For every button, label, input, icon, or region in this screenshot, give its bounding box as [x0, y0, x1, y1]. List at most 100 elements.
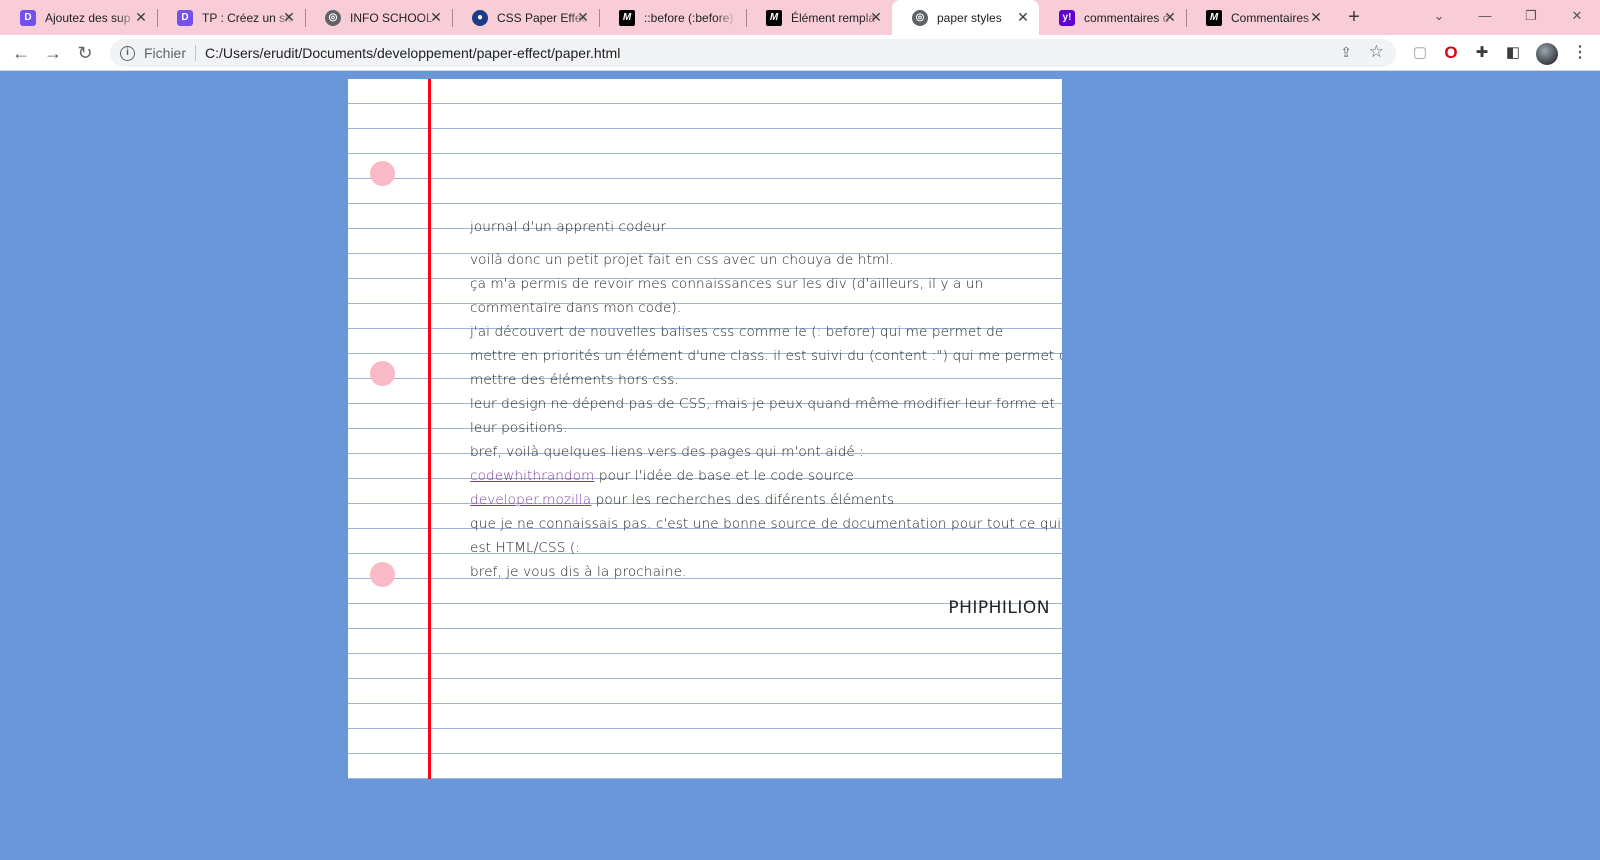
ruled-line — [348, 303, 1062, 304]
journal-line-text: leur design ne dépend pas de CSS, mais j… — [470, 396, 1055, 412]
punch-hole — [370, 562, 395, 587]
journal-line-text: voilà donc un petit projet fait en css a… — [470, 252, 894, 268]
yahoo-icon: y! — [1059, 9, 1075, 26]
ruled-line — [348, 428, 1062, 429]
ruled-line — [348, 678, 1062, 679]
close-icon[interactable]: ✕ — [428, 9, 444, 25]
journal-line: codewhithrandom pour l'idée de base et l… — [470, 468, 854, 484]
back-arrow-icon[interactable]: ← — [7, 39, 35, 67]
ruled-line — [348, 153, 1062, 154]
journal-line: mettre des éléments hors css. — [470, 372, 679, 388]
tab-before-mdn[interactable]: M ::before (:before) — [599, 0, 746, 35]
journal-line-text: pour l'idée de base et le code source — [594, 468, 854, 484]
tab-css-paper-effect[interactable]: ● CSS Paper Effect ✕ — [452, 0, 599, 35]
journal-link[interactable]: developer.mozilla — [470, 492, 591, 508]
journal-line-text: est HTML/CSS (: — [470, 540, 580, 556]
ruled-line — [348, 703, 1062, 704]
tab-strip: D Ajoutez des sup ✕ D TP : Créez un site… — [0, 0, 1600, 35]
journal-line-text: ça m'a permis de revoir mes connaissance… — [470, 276, 984, 292]
journal-line-text: commentaire dans mon code). — [470, 300, 682, 316]
forward-arrow-icon[interactable]: → — [39, 39, 67, 67]
journal-line-text: j'ai découvert de nouvelles balises css … — [470, 324, 1004, 340]
journal-line: mettre en priorités un élément d'une cla… — [470, 348, 1062, 364]
journal-line: leur design ne dépend pas de CSS, mais j… — [470, 396, 1055, 412]
journal-line: bref, voilà quelques liens vers des page… — [470, 444, 864, 460]
close-icon[interactable]: ✕ — [1162, 9, 1178, 25]
tab-search-icon[interactable]: ⌄ — [1416, 0, 1462, 32]
plus-icon[interactable]: + — [1342, 6, 1366, 30]
tab-paper-styles[interactable]: ◎ paper styles ✕ — [892, 0, 1039, 35]
ruled-line — [348, 753, 1062, 754]
browser-toolbar: ← → ↻ i Fichier C:/Users/erudit/Document… — [0, 35, 1600, 71]
journal-line: leur positions. — [470, 420, 567, 436]
close-icon[interactable]: ✕ — [1308, 9, 1324, 25]
tab-info-school[interactable]: ◎ INFO SCHOOL ✕ — [305, 0, 452, 35]
ruled-line — [348, 778, 1062, 779]
bookmark-star-icon[interactable]: ☆ — [1369, 42, 1384, 62]
journal-line-text: mettre des éléments hors css. — [470, 372, 679, 388]
close-icon[interactable]: ✕ — [575, 9, 591, 25]
profile-avatar[interactable] — [1536, 43, 1558, 65]
ruled-line — [348, 578, 1062, 579]
journal-line: developer.mozilla pour les recherches de… — [470, 492, 894, 508]
ruled-line — [348, 128, 1062, 129]
address-bar[interactable]: i Fichier C:/Users/erudit/Documents/deve… — [110, 39, 1396, 67]
ruled-line — [348, 653, 1062, 654]
ruled-line — [348, 553, 1062, 554]
ruled-line — [348, 178, 1062, 179]
more-menu-icon[interactable]: ⋮ — [1572, 43, 1588, 63]
close-icon[interactable]: ✕ — [281, 9, 297, 25]
journal-line: voilà donc un petit projet fait en css a… — [470, 252, 894, 268]
tab-commentaires-yahoo[interactable]: y! commentaires c ✕ — [1039, 0, 1186, 35]
journal-link[interactable]: codewhithrandom — [470, 468, 594, 484]
journal-line-text: leur positions. — [470, 420, 568, 436]
punch-hole — [370, 361, 395, 386]
tab-commentaires-mdn[interactable]: M Commentaires ✕ — [1186, 0, 1332, 35]
minimize-icon[interactable]: — — [1462, 0, 1508, 32]
close-icon[interactable]: ✕ — [133, 9, 149, 25]
ruled-line — [348, 628, 1062, 629]
journal-line: est HTML/CSS (: — [470, 540, 580, 556]
signature: PHIPHILION — [948, 598, 1050, 618]
close-icon[interactable]: ✕ — [1015, 9, 1031, 25]
tab-element-remplace[interactable]: M Élément rempla ✕ — [746, 0, 892, 35]
notebook-paper: journal d'un apprenti codeur voilà donc … — [348, 79, 1062, 779]
journal-line: commentaire dans mon code). — [470, 300, 681, 316]
ruled-line — [348, 203, 1062, 204]
tab-ajoutez-des-sup[interactable]: D Ajoutez des sup ✕ — [0, 0, 157, 35]
window-close-icon[interactable]: ✕ — [1554, 0, 1600, 32]
journal-title: journal d'un apprenti codeur — [470, 219, 667, 235]
css-paper-icon: ● — [472, 9, 488, 26]
reading-list-icon[interactable]: ▢ — [1410, 43, 1430, 63]
side-panel-icon[interactable]: ◧ — [1503, 43, 1523, 63]
ruled-line — [348, 103, 1062, 104]
opera-icon[interactable]: O — [1441, 43, 1461, 63]
journal-line-text: mettre en priorités un élément d'une cla… — [470, 348, 1062, 364]
globe-icon: ◎ — [912, 9, 928, 26]
reload-icon[interactable]: ↻ — [71, 39, 99, 67]
ruled-line — [348, 378, 1062, 379]
close-icon[interactable]: ✕ — [868, 9, 884, 25]
punch-hole — [370, 161, 395, 186]
address-divider — [195, 45, 197, 61]
restore-icon[interactable]: ❐ — [1508, 0, 1554, 32]
info-icon[interactable]: i — [120, 45, 135, 61]
journal-line: j'ai découvert de nouvelles balises css … — [470, 324, 1003, 340]
journal-line-text: pour les recherches des diférents élémen… — [591, 492, 895, 508]
globe-icon: ◎ — [325, 9, 341, 26]
tab-tp-creez-un-site[interactable]: D TP : Créez un site ✕ — [157, 0, 305, 35]
share-icon[interactable]: ⇪ — [1340, 44, 1352, 61]
ruled-line — [348, 228, 1062, 229]
extensions-puzzle-icon[interactable]: ✚ — [1472, 43, 1492, 63]
journal-line-text: que je ne connaissais pas. c'est une bon… — [470, 516, 1062, 532]
journal-line-text: bref, je vous dis à la prochaine. — [470, 564, 687, 580]
address-scheme-label: Fichier — [144, 45, 187, 61]
journal-line: ça m'a permis de revoir mes connaissance… — [470, 276, 983, 292]
mdn-icon: M — [1206, 9, 1222, 26]
journal-line: que je ne connaissais pas. c'est une bon… — [470, 516, 1061, 532]
journal-line-text: bref, voilà quelques liens vers des page… — [470, 444, 864, 460]
openclassrooms-icon: D — [177, 9, 193, 26]
address-url[interactable]: C:/Users/erudit/Documents/developpement/… — [205, 45, 620, 61]
openclassrooms-icon: D — [20, 9, 36, 26]
mdn-icon: M — [619, 9, 635, 26]
